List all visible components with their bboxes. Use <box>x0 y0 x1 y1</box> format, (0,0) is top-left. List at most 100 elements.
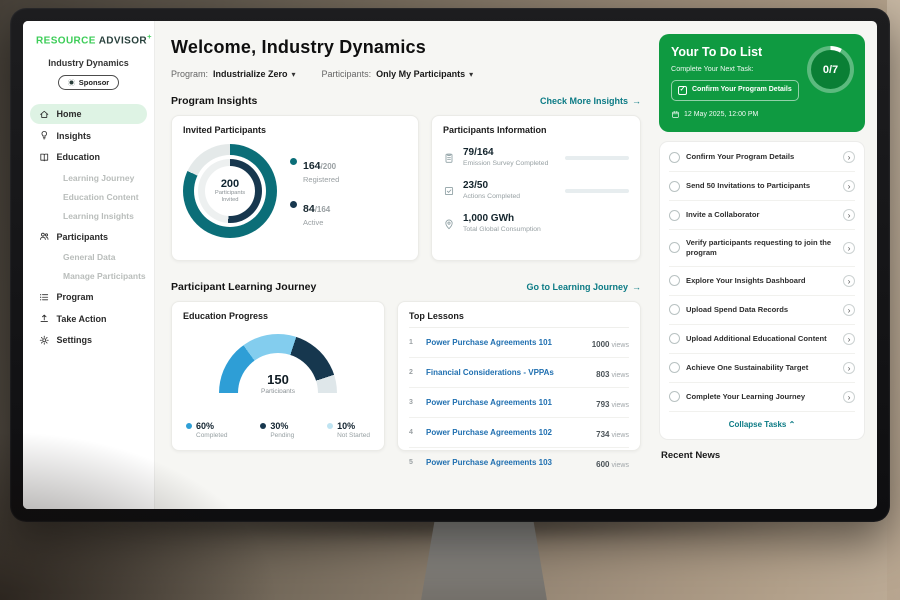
lesson-link[interactable]: Power Purchase Agreements 102 <box>426 428 589 437</box>
go-to-learning-journey-link[interactable]: Go to Learning Journey → <box>526 282 641 292</box>
legend-pct: 10% <box>337 421 355 431</box>
clipboard-icon <box>443 152 455 164</box>
lesson-link[interactable]: Power Purchase Agreements 101 <box>426 338 585 347</box>
education-gauge-chart: 150 Participants <box>219 334 337 393</box>
gear-icon <box>39 335 50 346</box>
sidebar-item-settings[interactable]: Settings <box>30 330 147 350</box>
chevron-up-icon: ⌃ <box>789 420 796 429</box>
sidebar-item-education-content[interactable]: Education Content <box>30 188 147 206</box>
sidebar-item-manage-participants[interactable]: Manage Participants <box>30 267 147 285</box>
chevron-down-icon: ▾ <box>292 70 296 79</box>
sidebar-item-take-action[interactable]: Take Action <box>30 309 147 329</box>
program-filter[interactable]: Program: Industrialize Zero ▾ <box>171 69 296 79</box>
checkbox-icon[interactable]: ✓ <box>678 86 687 95</box>
brand-plus: + <box>147 32 152 41</box>
sponsor-badge[interactable]: Sponsor <box>58 75 119 90</box>
lightbulb-icon <box>39 130 50 141</box>
chevron-right-icon[interactable]: › <box>843 242 855 254</box>
chevron-right-icon[interactable]: › <box>843 362 855 374</box>
task-checkbox[interactable] <box>669 152 680 163</box>
chevron-down-icon: ▾ <box>469 70 473 79</box>
task-row[interactable]: Verify participants requesting to join t… <box>669 230 855 267</box>
info-row-actions: 23/50 Actions Completed <box>443 180 629 201</box>
task-row[interactable]: Explore Your Insights Dashboard › <box>669 267 855 296</box>
legend-label: Pending <box>270 432 294 439</box>
donut-center-value: 200 <box>221 178 239 190</box>
program-insights-header: Program Insights Check More Insights → <box>171 95 641 107</box>
collapse-tasks-link[interactable]: Collapse Tasks ⌃ <box>669 412 855 438</box>
chevron-right-icon[interactable]: › <box>843 151 855 163</box>
page-title: Welcome, Industry Dynamics <box>171 37 641 58</box>
people-icon <box>39 231 50 242</box>
gauge-center-value: 150 <box>219 372 337 387</box>
sidebar-item-learning-insights[interactable]: Learning Insights <box>30 207 147 225</box>
chevron-right-icon[interactable]: › <box>843 180 855 192</box>
info-row-consumption: 1,000 GWh Total Global Consumption <box>443 213 629 234</box>
next-task-row[interactable]: ✓ Confirm Your Program Details <box>671 80 799 101</box>
task-checkbox[interactable] <box>669 275 680 286</box>
task-row[interactable]: Confirm Your Program Details › <box>669 143 855 172</box>
todo-panel: Your To Do List Complete Your Next Task:… <box>653 21 877 509</box>
task-checkbox[interactable] <box>669 304 680 315</box>
legend-value: 164 <box>303 160 321 172</box>
progress-bar <box>565 156 629 160</box>
donut-center-label: Participants Invited <box>209 190 251 204</box>
task-row[interactable]: Send 50 Invitations to Participants › <box>669 172 855 201</box>
lesson-link[interactable]: Power Purchase Agreements 101 <box>426 398 589 407</box>
donut-center: 200 Participants Invited <box>205 166 255 216</box>
app-logo: RESOURCE ADVISOR+ <box>23 32 154 46</box>
task-row[interactable]: Achieve One Sustainability Target › <box>669 354 855 383</box>
legend-dot-icon <box>186 423 192 429</box>
sidebar-item-participants[interactable]: Participants <box>30 227 147 247</box>
info-value: 23/50 <box>463 180 557 191</box>
task-row[interactable]: Complete Your Learning Journey › <box>669 383 855 412</box>
task-row[interactable]: Upload Spend Data Records › <box>669 296 855 325</box>
legend-dot-icon <box>290 158 297 165</box>
sidebar-item-education[interactable]: Education <box>30 147 147 167</box>
lesson-row: 3 Power Purchase Agreements 101 793views <box>409 388 629 418</box>
program-filter-label: Program: <box>171 69 208 79</box>
info-value: 79/164 <box>463 147 557 158</box>
check-more-insights-link[interactable]: Check More Insights → <box>540 96 641 106</box>
sidebar-item-general-data[interactable]: General Data <box>30 248 147 266</box>
org-name: Industry Dynamics <box>23 58 154 68</box>
sidebar-item-learning-journey[interactable]: Learning Journey <box>30 169 147 187</box>
info-label: Emission Survey Completed <box>463 160 557 168</box>
task-row[interactable]: Upload Additional Educational Content › <box>669 325 855 354</box>
participants-information-card: Participants Information 79/164 Emission… <box>431 115 641 261</box>
task-label: Invite a Collaborator <box>686 210 837 220</box>
arrow-right-icon: → <box>632 96 641 106</box>
chevron-right-icon[interactable]: › <box>843 391 855 403</box>
badge-wrap: Sponsor <box>23 73 154 91</box>
task-checkbox[interactable] <box>669 181 680 192</box>
chevron-right-icon[interactable]: › <box>843 304 855 316</box>
task-checkbox[interactable] <box>669 362 680 373</box>
legend-label: Not Started <box>337 432 370 439</box>
chevron-right-icon[interactable]: › <box>843 275 855 287</box>
lesson-link[interactable]: Power Purchase Agreements 103 <box>426 458 589 467</box>
sidebar-item-program[interactable]: Program <box>30 287 147 307</box>
info-value: 1,000 GWh <box>463 213 541 224</box>
lesson-link[interactable]: Financial Considerations - VPPAs <box>426 368 589 377</box>
card-title: Education Progress <box>183 311 373 321</box>
chevron-right-icon[interactable]: › <box>843 333 855 345</box>
lesson-views: 600views <box>596 454 629 472</box>
check-glyph: ✓ <box>680 87 685 94</box>
participants-filter[interactable]: Participants: Only My Participants ▾ <box>322 69 474 79</box>
task-label: Upload Spend Data Records <box>686 305 837 315</box>
location-pin-icon <box>443 218 455 230</box>
card-title: Top Lessons <box>409 311 629 328</box>
task-checkbox[interactable] <box>669 242 680 253</box>
lesson-row: 1 Power Purchase Agreements 101 1000view… <box>409 328 629 358</box>
sidebar-item-insights[interactable]: Insights <box>30 126 147 146</box>
book-icon <box>39 152 50 163</box>
sidebar-item-home[interactable]: Home <box>30 104 147 124</box>
task-checkbox[interactable] <box>669 210 680 221</box>
chevron-right-icon[interactable]: › <box>843 209 855 221</box>
legend-total: /200 <box>321 162 337 171</box>
task-checkbox[interactable] <box>669 333 680 344</box>
info-row-emission-survey: 79/164 Emission Survey Completed <box>443 147 629 168</box>
task-row[interactable]: Invite a Collaborator › <box>669 201 855 230</box>
sidebar-item-label: Take Action <box>57 314 107 324</box>
task-checkbox[interactable] <box>669 391 680 402</box>
